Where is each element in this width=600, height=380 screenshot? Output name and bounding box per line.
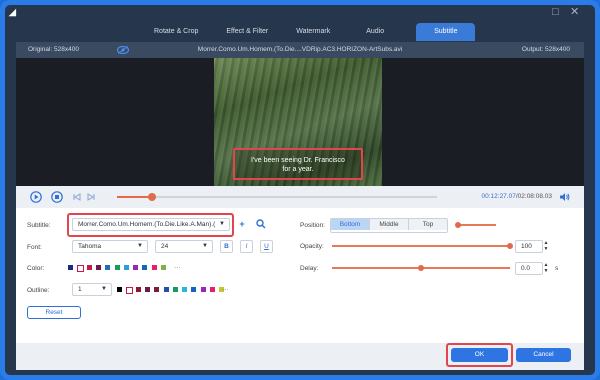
color-swatch[interactable] xyxy=(191,287,197,292)
progress-fill xyxy=(117,196,153,198)
color-swatch[interactable] xyxy=(68,265,73,270)
volume-icon[interactable] xyxy=(559,192,570,202)
color-swatch[interactable] xyxy=(133,265,139,270)
color-swatch[interactable] xyxy=(142,265,148,270)
play-icon[interactable] xyxy=(30,191,42,203)
subtitle-label: Subtitle: xyxy=(27,222,51,229)
info-bar: Original: 528x400 Morrer.Como.Um.Homem.(… xyxy=(16,42,584,58)
color-swatch[interactable] xyxy=(114,265,120,270)
opacity-stepper[interactable]: ▲ ▼ xyxy=(543,240,549,252)
color-swatch[interactable] xyxy=(200,287,206,292)
delay-unit: s xyxy=(555,265,559,272)
tab-bar: Rotate & Crop Effect & Filter Watermark … xyxy=(140,23,476,41)
underline-button[interactable]: U xyxy=(260,240,273,253)
color-swatch[interactable] xyxy=(135,287,141,292)
color-swatch[interactable] xyxy=(210,287,215,292)
tab-rotate-crop[interactable]: Rotate & Crop xyxy=(140,23,212,41)
position-label: Position: xyxy=(300,222,325,229)
chevron-down-icon: ▼ xyxy=(137,243,143,249)
color-swatch[interactable] xyxy=(126,287,134,294)
italic-button[interactable]: I xyxy=(240,240,253,253)
color-swatch[interactable] xyxy=(172,287,178,292)
position-segmented-control: Bottom Middle Top xyxy=(330,218,448,233)
color-swatch[interactable] xyxy=(95,265,101,270)
cancel-button[interactable]: Cancel xyxy=(516,348,571,362)
decrement-icon[interactable]: ▼ xyxy=(543,268,549,274)
position-slider-handle[interactable] xyxy=(455,222,461,228)
tab-watermark[interactable]: Watermark xyxy=(282,23,344,41)
stop-icon[interactable] xyxy=(51,191,63,203)
ok-button[interactable]: OK xyxy=(451,348,508,362)
delay-input[interactable]: 0.0 xyxy=(515,262,543,275)
outline-select[interactable]: 1 ▼ xyxy=(72,283,112,296)
color-label: Color: xyxy=(27,265,45,272)
outline-label: Outline: xyxy=(27,287,50,294)
bold-button[interactable]: B xyxy=(220,240,233,253)
color-swatch[interactable] xyxy=(105,265,111,270)
outline-select-value: 1 xyxy=(78,286,82,293)
position-top-option[interactable]: Top xyxy=(409,219,447,230)
progress-handle[interactable] xyxy=(148,193,157,201)
reset-button[interactable]: Reset xyxy=(27,306,81,319)
chevron-down-icon: ▼ xyxy=(202,243,208,249)
opacity-slider-track[interactable] xyxy=(332,245,510,247)
color-swatch[interactable] xyxy=(77,265,85,272)
font-select-value: Tahoma xyxy=(78,243,102,250)
tab-subtitle[interactable]: Subtitle xyxy=(416,23,476,41)
color-swatch[interactable] xyxy=(86,265,92,270)
previous-frame-icon[interactable] xyxy=(71,191,83,203)
opacity-input[interactable]: 100 xyxy=(515,240,543,253)
tab-effect-filter[interactable]: Effect & Filter xyxy=(212,23,282,41)
subtitle-line-2: for a year. xyxy=(282,166,314,173)
chevron-down-icon: ▼ xyxy=(101,286,107,292)
color-swatch[interactable] xyxy=(161,265,166,270)
color-swatch[interactable] xyxy=(144,287,150,292)
font-size-select[interactable]: 24 ▼ xyxy=(155,240,213,253)
app-logo-icon: ◢ xyxy=(9,7,16,17)
color-swatch[interactable] xyxy=(163,287,169,292)
font-label: Font: xyxy=(27,244,42,251)
opacity-slider-handle[interactable] xyxy=(507,243,513,249)
color-swatch[interactable] xyxy=(182,287,188,292)
decrement-icon[interactable]: ▼ xyxy=(543,246,549,252)
font-select[interactable]: Tahoma ▼ xyxy=(72,240,148,253)
subtitle-line-1: I've been seeing Dr. Francisco xyxy=(251,157,345,164)
color-swatch[interactable] xyxy=(117,287,122,292)
color-swatch[interactable] xyxy=(123,265,129,270)
playback-controls: 00:12:27.07/02:08:08.03 xyxy=(16,186,584,208)
position-slider-track[interactable] xyxy=(456,224,496,226)
color-swatch[interactable] xyxy=(151,265,157,270)
position-bottom-option[interactable]: Bottom xyxy=(331,219,370,230)
minimize-icon[interactable]: □ xyxy=(552,7,559,18)
next-frame-icon[interactable] xyxy=(85,191,97,203)
subtitle-preview-overlay[interactable]: I've been seeing Dr. Francisco for a yea… xyxy=(233,148,363,180)
file-name: Morrer.Como.Um.Homem.(To.Die....VDRip.AC… xyxy=(197,46,403,53)
outline-more-icon[interactable]: ··· xyxy=(222,286,229,293)
search-icon[interactable] xyxy=(255,218,267,230)
add-subtitle-icon[interactable]: + xyxy=(236,218,248,230)
output-resolution: Output: 528x400 xyxy=(521,46,570,53)
subtitle-select-highlight xyxy=(67,213,234,237)
delay-slider-handle[interactable] xyxy=(418,265,424,271)
position-middle-option[interactable]: Middle xyxy=(370,219,409,230)
current-time: 00:12:27.07 xyxy=(481,193,516,200)
progress-track[interactable] xyxy=(117,196,437,198)
font-size-value: 24 xyxy=(161,243,169,250)
delay-label: Delay: xyxy=(300,265,319,272)
timecode: 00:12:27.07/02:08:08.03 xyxy=(482,193,553,200)
close-icon[interactable]: ✕ xyxy=(570,7,579,18)
color-swatch[interactable] xyxy=(154,287,160,292)
tab-audio[interactable]: Audio xyxy=(344,23,406,41)
opacity-label: Opacity: xyxy=(300,243,324,250)
delay-stepper[interactable]: ▲ ▼ xyxy=(543,262,549,274)
color-more-icon[interactable]: ··· xyxy=(174,264,181,271)
total-time: 02:08:08.03 xyxy=(517,193,552,200)
